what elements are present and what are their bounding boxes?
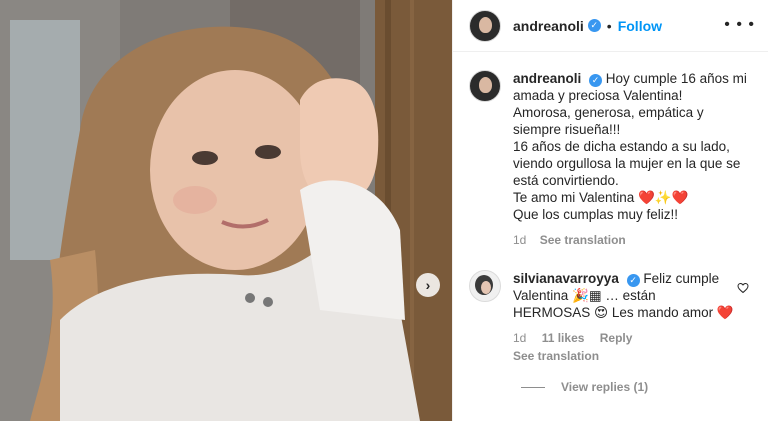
- author-avatar[interactable]: [469, 9, 501, 42]
- heart-icon[interactable]: [737, 282, 749, 294]
- view-replies-label: View replies (1): [561, 380, 649, 394]
- caption-meta: 1d See translation: [513, 233, 753, 247]
- post-details-panel: andreanoli ✓ • Follow • • • andreanoli ✓…: [452, 0, 768, 421]
- post-header: andreanoli ✓ • Follow • • •: [453, 0, 768, 52]
- comment-item: silvianavarroyya ✓ Feliz cumple Valentin…: [469, 270, 759, 363]
- view-replies-button[interactable]: View replies (1): [521, 380, 648, 394]
- commenter-avatar[interactable]: [469, 270, 501, 302]
- verified-badge-icon: ✓: [587, 19, 601, 32]
- reply-button[interactable]: Reply: [600, 331, 633, 345]
- follow-button[interactable]: Follow: [618, 18, 662, 34]
- caption-see-translation[interactable]: See translation: [540, 233, 626, 247]
- comment-meta: 1d 11 likes Reply: [513, 331, 735, 345]
- verified-badge-icon: ✓: [589, 74, 603, 87]
- replies-divider: [521, 386, 545, 388]
- caption-author-avatar[interactable]: [469, 70, 501, 102]
- carousel-next-button[interactable]: ›: [416, 273, 440, 297]
- caption: andreanoli ✓ Hoy cumple 16 años mi amada…: [469, 70, 759, 247]
- comment-likes[interactable]: 11 likes: [542, 331, 585, 345]
- caption-text: Hoy cumple 16 años mi amada y preciosa V…: [513, 71, 747, 222]
- caption-time[interactable]: 1d: [513, 233, 526, 247]
- verified-badge-icon: ✓: [626, 274, 640, 287]
- commenter-username[interactable]: silvianavarroyya: [513, 271, 619, 286]
- post-photo[interactable]: ›: [0, 0, 452, 421]
- caption-text-block: andreanoli ✓ Hoy cumple 16 años mi amada…: [513, 70, 753, 223]
- author-username[interactable]: andreanoli: [513, 18, 584, 34]
- chevron-right-icon: ›: [425, 277, 431, 293]
- header-separator: •: [606, 17, 612, 34]
- more-options-icon[interactable]: • • •: [724, 17, 755, 33]
- comment-text-block: silvianavarroyya ✓ Feliz cumple Valentin…: [513, 270, 735, 321]
- post-image-illustration: [0, 0, 452, 421]
- comment-see-translation[interactable]: See translation: [513, 349, 735, 363]
- comment-time[interactable]: 1d: [513, 331, 526, 345]
- caption-username[interactable]: andreanoli: [513, 71, 581, 86]
